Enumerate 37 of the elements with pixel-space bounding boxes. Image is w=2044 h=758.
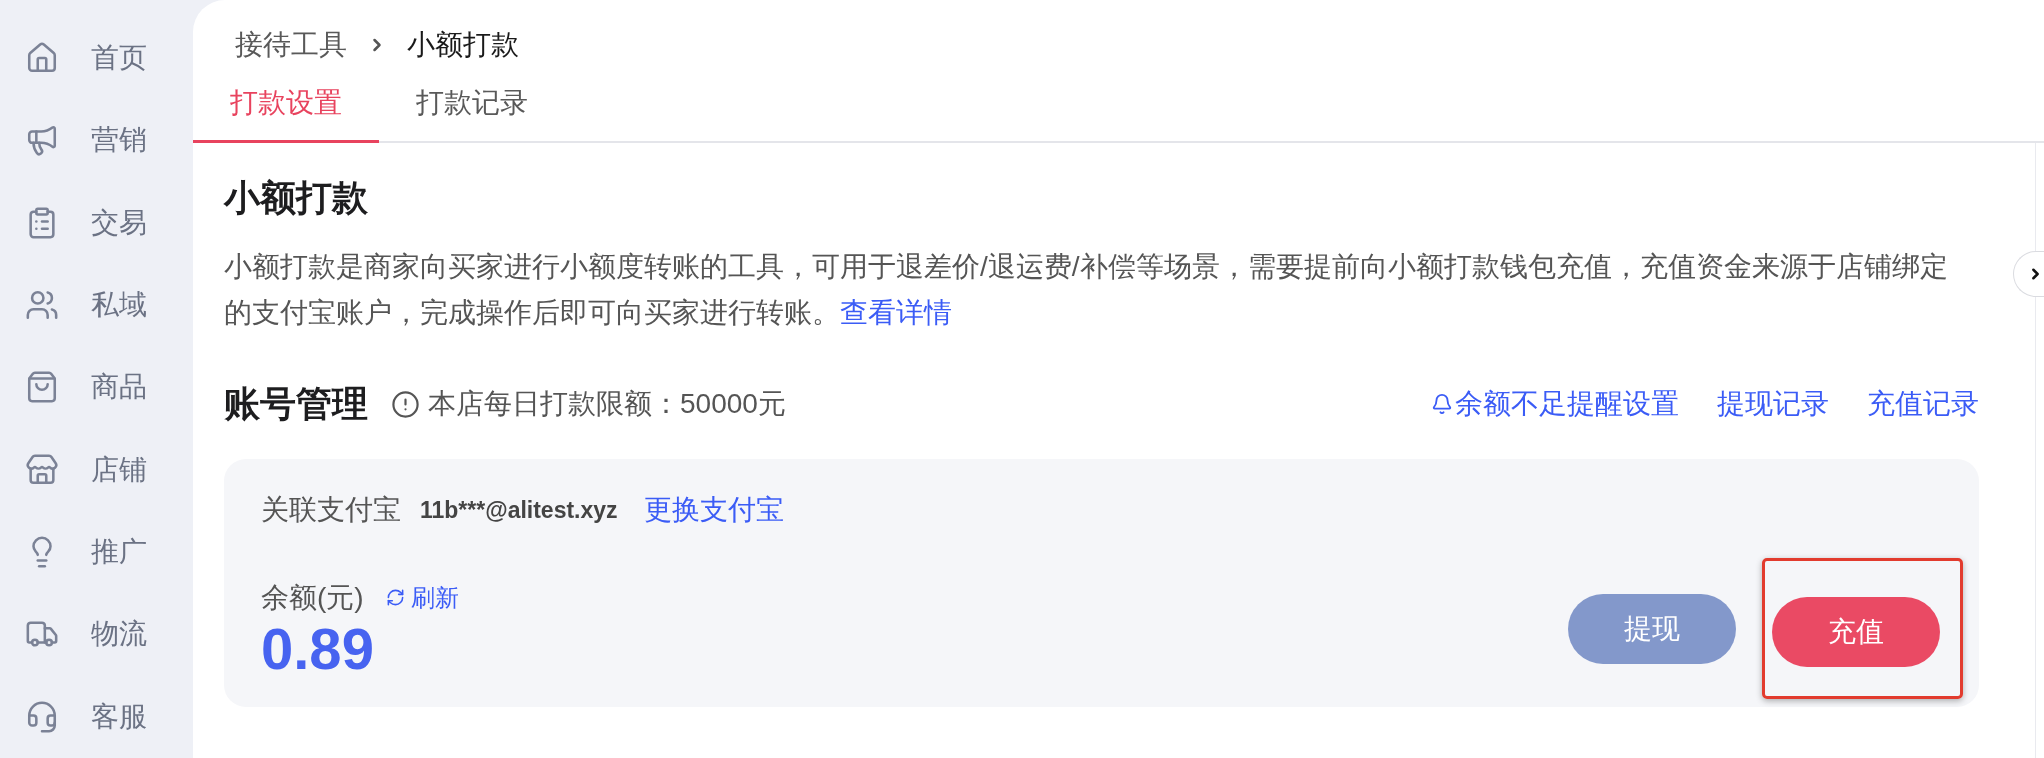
nav-item[interactable]: 营销 <box>0 99 160 182</box>
refresh-icon <box>385 588 405 607</box>
nav-item[interactable]: 交易 <box>0 181 160 264</box>
primary-button[interactable]: 充值 <box>1772 597 1940 667</box>
header-link[interactable]: 余额不足提醒设置 <box>1431 384 1679 424</box>
breadcrumb-item[interactable]: 接待工具 <box>235 25 347 65</box>
secondary-button[interactable]: 提现 <box>1568 593 1736 664</box>
balance-amount: 0.89 <box>261 617 375 680</box>
headset-icon <box>25 699 59 734</box>
megaphone-icon <box>25 123 59 158</box>
bag-icon <box>25 370 59 405</box>
tab[interactable]: 打款设置 <box>193 65 379 143</box>
header-link[interactable]: 充值记录 <box>1867 384 1979 424</box>
nav-item[interactable]: 私域 <box>0 264 160 347</box>
alipay-account: 11b***@alitest.xyz <box>420 496 618 524</box>
section-title: 小额打款 <box>224 176 369 220</box>
nav-item[interactable]: 店铺 <box>0 428 160 511</box>
store-icon <box>25 452 59 487</box>
details-link[interactable]: 查看详情 <box>840 297 952 328</box>
header-link[interactable]: 提现记录 <box>1717 384 1829 424</box>
breadcrumb-item: 小额打款 <box>407 28 519 62</box>
description-text: 小额打款是商家向买家进行小额度转账的工具，可用于退差价/退运费/补偿等场景，需要提前向小额打款钱包充值，充值资金来源于店铺绑定的支付宝账户，完成操作后即可向买家进行转账。查看详情 <box>224 250 1949 330</box>
nav-item[interactable]: 推广 <box>0 510 160 594</box>
nav-item[interactable]: 客服 <box>0 675 160 758</box>
nav-item[interactable]: 首页 <box>0 17 160 100</box>
bell-icon <box>1431 393 1453 415</box>
nav-item[interactable]: 商品 <box>0 346 160 429</box>
change-alipay-link[interactable]: 更换支付宝 <box>643 490 784 530</box>
expand-button[interactable] <box>2013 251 2044 297</box>
balance-label: 余额(元) <box>261 580 364 615</box>
refresh-button[interactable]: 刷新 <box>385 581 459 614</box>
limit-note: 本店每日打款限额：50000元 <box>428 387 786 421</box>
tab[interactable]: 打款记录 <box>379 65 565 143</box>
nav-item[interactable]: 物流 <box>0 593 160 676</box>
section-title: 账号管理 <box>224 382 368 426</box>
info-icon <box>391 389 420 419</box>
alipay-label: 关联支付宝 <box>261 493 401 527</box>
